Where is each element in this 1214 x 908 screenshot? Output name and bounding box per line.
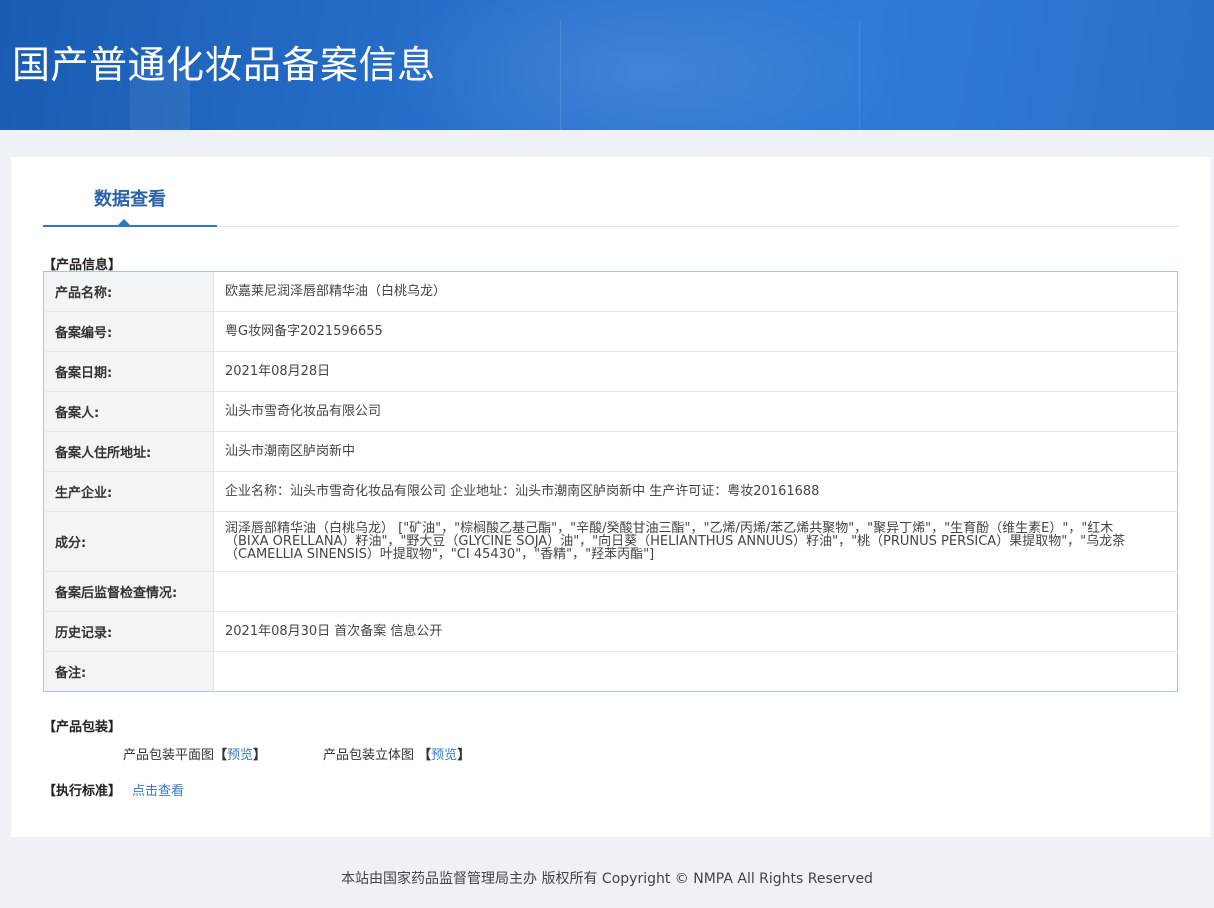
bracket-open: 【	[214, 748, 228, 763]
row-key: 历史记录:	[43, 611, 214, 652]
row-key: 生产企业:	[43, 471, 214, 512]
row-value	[214, 652, 1178, 692]
table-row: 备案编号: 粤G妆网备字2021596655	[43, 311, 1178, 352]
table-row: 备案人住所地址: 汕头市潮南区胪岗新中	[43, 431, 1178, 472]
preview-flat-link[interactable]: 预览	[227, 748, 253, 763]
packaging-stereo-label: 产品包装立体图	[323, 748, 415, 763]
table-row: 备案后监督检查情况:	[43, 571, 1178, 612]
row-value: 汕头市潮南区胪岗新中	[213, 431, 1178, 472]
row-value: 欧嘉莱尼润泽唇部精华油（白桃乌龙）	[213, 271, 1178, 312]
row-value: 2021年08月30日 首次备案 信息公开	[213, 611, 1178, 652]
row-value: 汕头市雪奇化妆品有限公司	[213, 391, 1178, 432]
table-row: 备注:	[43, 651, 1178, 692]
section-title-packaging: 【产品包装】	[43, 720, 122, 735]
row-key: 备案后监督检查情况:	[43, 571, 214, 612]
tab-data-view[interactable]: 数据查看	[43, 157, 217, 227]
table-row: 产品名称: 欧嘉莱尼润泽唇部精华油（白桃乌龙）	[43, 271, 1178, 312]
packaging-stereo: 产品包装立体图 【预览】	[323, 744, 470, 763]
tab-label: 数据查看	[94, 189, 166, 210]
row-value: 企业名称：汕头市雪奇化妆品有限公司 企业地址：汕头市潮南区胪岗新中 生产许可证：…	[213, 471, 1178, 512]
row-key: 备案日期:	[43, 351, 214, 392]
row-value	[213, 571, 1178, 612]
packaging-flat: 产品包装平面图【预览】	[123, 744, 266, 763]
row-value: 润泽唇部精华油（白桃乌龙） ["矿油"，"棕榈酸乙基己酯"，"辛酸/癸酸甘油三酯…	[213, 511, 1178, 572]
row-key: 备案编号:	[43, 311, 214, 352]
content-card: 数据查看 【产品信息】 产品名称: 欧嘉莱尼润泽唇部精华油（白桃乌龙） 备案编号…	[11, 157, 1210, 837]
header-banner: 国产普通化妆品备案信息	[0, 0, 1214, 130]
row-key: 产品名称:	[43, 271, 214, 312]
footer-copyright: 本站由国家药品监督管理局主办 版权所有 Copyright © NMPA All…	[341, 871, 873, 887]
section-title-standard: 【执行标准】	[43, 784, 122, 799]
row-value: 粤G妆网备字2021596655	[213, 311, 1178, 352]
row-key: 备注:	[43, 651, 214, 692]
row-key: 备案人住所地址:	[43, 431, 214, 472]
table-row: 备案日期: 2021年08月28日	[43, 351, 1178, 392]
bracket-open: 【	[418, 748, 432, 763]
bracket-close: 】	[253, 748, 267, 763]
view-standard-link[interactable]: 点击查看	[132, 780, 184, 799]
row-key: 备案人:	[43, 391, 214, 432]
page-title: 国产普通化妆品备案信息	[12, 43, 436, 87]
preview-stereo-link[interactable]: 预览	[431, 748, 457, 763]
table-row: 成分: 润泽唇部精华油（白桃乌龙） ["矿油"，"棕榈酸乙基己酯"，"辛酸/癸酸…	[43, 511, 1178, 572]
table-row: 备案人: 汕头市雪奇化妆品有限公司	[43, 391, 1178, 432]
table-row: 生产企业: 企业名称：汕头市雪奇化妆品有限公司 企业地址：汕头市潮南区胪岗新中 …	[43, 471, 1178, 512]
bracket-close: 】	[457, 748, 471, 763]
tab-active-caret-icon	[118, 219, 130, 225]
table-row: 历史记录: 2021年08月30日 首次备案 信息公开	[43, 611, 1178, 652]
product-info-table: 产品名称: 欧嘉莱尼润泽唇部精华油（白桃乌龙） 备案编号: 粤G妆网备字2021…	[43, 271, 1178, 692]
banner-decoration	[560, 20, 860, 130]
row-key: 成分:	[43, 511, 214, 572]
row-value: 2021年08月28日	[213, 351, 1178, 392]
tab-bar: 数据查看	[43, 157, 1178, 227]
packaging-flat-label: 产品包装平面图	[123, 748, 215, 763]
